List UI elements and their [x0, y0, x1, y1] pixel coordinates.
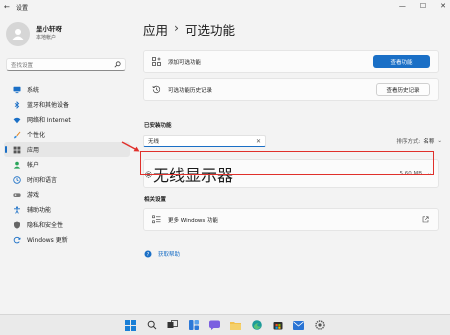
filter-value: 无线 — [148, 139, 160, 145]
sidebar-item-brush[interactable]: 个性化 — [4, 127, 130, 142]
sidebar-item-update[interactable]: Windows 更新 — [4, 232, 130, 247]
feature-name: 无线显示器 — [153, 165, 234, 185]
chevron-down-icon: ⌄ — [437, 138, 442, 144]
feature-size: 5.60 MB — [399, 170, 422, 177]
svg-text:?: ? — [147, 252, 150, 258]
back-arrow-icon[interactable]: ← — [4, 3, 14, 11]
annotation-arrow-icon — [121, 141, 140, 152]
installed-features-heading: 已安装功能 — [144, 123, 172, 129]
sort-control[interactable]: 排序方式: 名称 ⌄ — [397, 137, 442, 145]
sort-value: 名称 — [423, 139, 435, 145]
sidebar-item-label: 隐私和安全性 — [27, 222, 64, 229]
more-windows-features-label: 更多 Windows 功能 — [168, 217, 219, 224]
user-profile[interactable]: 呈小轩呀 本地帐户 — [6, 22, 62, 46]
list-icon — [151, 215, 160, 224]
taskbar — [0, 314, 450, 335]
expand-chevron-icon[interactable]: ⌄ — [427, 170, 432, 177]
view-features-button[interactable]: 查看功能 — [373, 55, 430, 68]
shield-icon — [10, 221, 24, 229]
page-title: 可选功能 — [185, 23, 236, 38]
search-icon — [114, 61, 121, 68]
clear-icon[interactable]: ✕ — [256, 138, 261, 145]
view-history-button[interactable]: 查看历史记录 — [376, 83, 430, 96]
breadcrumb-separator: › — [174, 20, 180, 35]
settings-search-input[interactable]: 查找设置 — [6, 58, 126, 71]
sidebar-item-apps[interactable]: 应用 — [4, 142, 130, 157]
sidebar-item-label: 系统 — [27, 87, 40, 94]
get-help-link[interactable]: ? 获取帮助 — [144, 250, 180, 258]
help-icon: ? — [144, 250, 152, 258]
add-feature-card: 添加可选功能 查看功能 — [143, 50, 439, 73]
gear-icon — [145, 171, 152, 178]
sidebar-item-globe-clock[interactable]: 时间和语言 — [4, 172, 130, 187]
accessibility-icon — [10, 205, 24, 214]
sidebar-item-label: Windows 更新 — [27, 237, 68, 244]
person-icon — [10, 161, 24, 169]
sidebar-item-label: 时间和语言 — [27, 177, 58, 184]
sidebar-item-accessibility[interactable]: 辅助功能 — [4, 202, 130, 217]
sidebar-item-shield[interactable]: 隐私和安全性 — [4, 217, 130, 232]
breadcrumb-parent[interactable]: 应用 — [143, 20, 168, 39]
window-title: 设置 — [16, 4, 29, 12]
sidebar: 呈小轩呀 本地帐户 查找设置 系统蓝牙和其他设备 网络和 Internet 个性化应… — [0, 14, 135, 314]
main-panel: 应用 › 可选功能 添加可选功能 查看功能 可选功能历史记录 查看历史记录 已安… — [136, 14, 446, 314]
sidebar-item-bluetooth[interactable]: 蓝牙和其他设备 — [4, 97, 130, 112]
gamepad-icon — [10, 191, 24, 199]
person-icon — [12, 29, 24, 40]
window-controls: — ☐ ✕ — [399, 2, 446, 10]
store-icon[interactable] — [272, 319, 284, 331]
minimize-button[interactable]: — — [399, 2, 406, 10]
task-view-icon[interactable] — [167, 319, 179, 331]
sidebar-item-monitor[interactable]: 系统 — [4, 82, 130, 97]
related-settings-heading: 相关设置 — [144, 197, 167, 203]
chat-icon[interactable] — [209, 319, 221, 331]
sidebar-item-label: 游戏 — [27, 192, 40, 199]
sidebar-item-label: 个性化 — [27, 132, 46, 139]
history-card: 可选功能历史记录 查看历史记录 — [143, 78, 439, 101]
sidebar-item-label: 蓝牙和其他设备 — [27, 102, 70, 109]
history-label: 可选功能历史记录 — [168, 87, 213, 94]
widgets-icon[interactable] — [188, 319, 200, 331]
search-placeholder: 查找设置 — [11, 62, 34, 69]
file-explorer-icon[interactable] — [230, 319, 242, 331]
user-account-type: 本地帐户 — [36, 35, 57, 41]
breadcrumb: 应用 › 可选功能 — [143, 20, 235, 39]
add-feature-label: 添加可选功能 — [168, 59, 202, 66]
sidebar-item-person[interactable]: 帐户 — [4, 157, 130, 172]
history-icon — [152, 85, 160, 94]
close-button[interactable]: ✕ — [440, 2, 446, 10]
get-help-label: 获取帮助 — [158, 252, 181, 258]
sidebar-item-gamepad[interactable]: 游戏 — [4, 187, 130, 202]
sidebar-item-label: 辅助功能 — [27, 207, 52, 214]
external-link-icon — [422, 216, 429, 223]
sidebar-item-label: 应用 — [27, 147, 40, 154]
sidebar-item-label: 网络和 Internet — [27, 117, 71, 124]
sidebar-nav: 系统蓝牙和其他设备 网络和 Internet 个性化应用帐户时间和语言游戏辅助功能隐… — [4, 82, 130, 247]
start-icon[interactable] — [125, 319, 137, 331]
apps-icon — [10, 146, 24, 154]
settings-gear-icon[interactable] — [314, 319, 326, 331]
avatar — [6, 22, 30, 46]
installed-filter-input[interactable]: 无线 ✕ — [143, 135, 266, 147]
sidebar-item-label: 帐户 — [27, 162, 40, 169]
user-name: 呈小轩呀 — [36, 25, 62, 33]
edge-icon[interactable] — [251, 319, 263, 331]
globe-clock-icon — [10, 175, 24, 184]
search-icon[interactable] — [146, 319, 158, 331]
installed-feature-item[interactable]: 无线显示器 5.60 MB ⌄ — [143, 159, 439, 188]
maximize-button[interactable]: ☐ — [420, 2, 426, 10]
mail-icon[interactable] — [293, 319, 305, 331]
wifi-icon — [10, 116, 24, 124]
monitor-icon — [10, 86, 24, 94]
bluetooth-icon — [10, 100, 24, 109]
add-grid-icon — [151, 57, 161, 66]
title-bar: ← 设置 — ☐ ✕ — [0, 0, 450, 14]
update-icon — [10, 236, 24, 244]
brush-icon — [10, 131, 24, 139]
sidebar-item-wifi[interactable]: 网络和 Internet — [4, 112, 130, 127]
more-windows-features-card[interactable]: 更多 Windows 功能 — [143, 208, 439, 231]
sort-label: 排序方式: — [396, 139, 421, 145]
